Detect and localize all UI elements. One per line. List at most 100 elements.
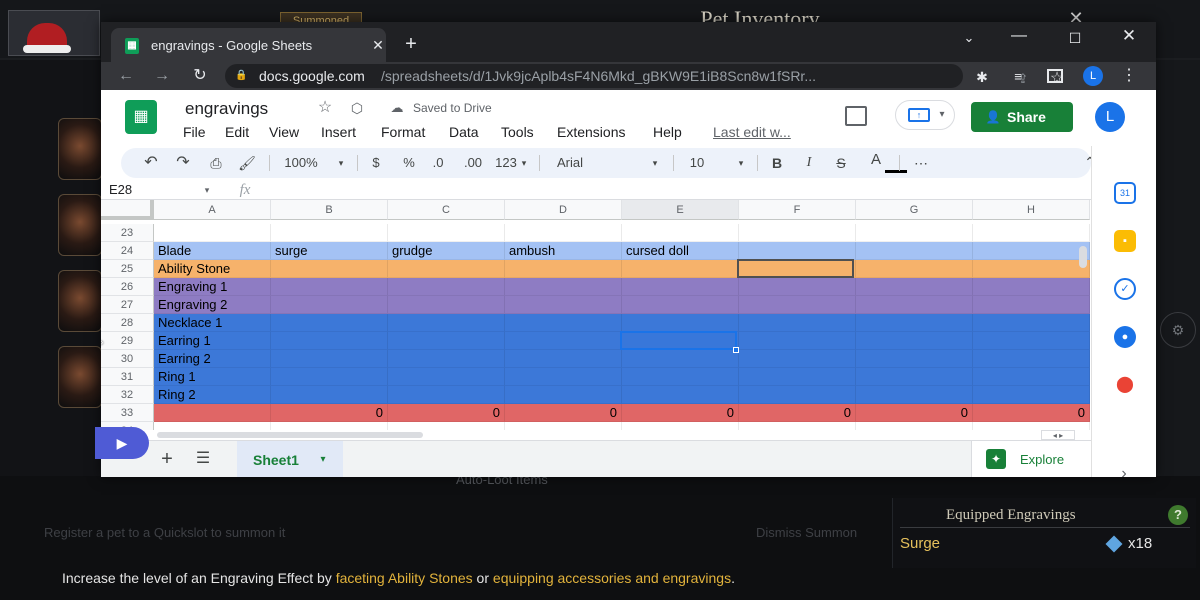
table-cell[interactable] — [154, 422, 271, 430]
row-header[interactable]: 32 — [101, 386, 154, 404]
table-cell[interactable]: cursed doll — [622, 242, 739, 260]
row-header[interactable]: 30 — [101, 350, 154, 368]
table-cell[interactable]: Ability Stone — [154, 260, 271, 278]
table-cell[interactable]: Necklace 1 — [154, 314, 271, 332]
last-edit-link[interactable]: Last edit w... — [713, 122, 813, 142]
text-color-button[interactable]: A — [865, 150, 887, 170]
contacts-icon[interactable]: ● — [1114, 326, 1136, 348]
sheet-tab[interactable]: Sheet1 ▾ — [237, 441, 343, 477]
zoom-select[interactable]: 100% — [281, 153, 321, 173]
tab-close-icon[interactable]: ✕ — [369, 36, 387, 54]
strikethrough-button[interactable]: S — [833, 153, 849, 173]
meet-camera-icon[interactable]: ▶ — [95, 427, 149, 459]
add-sheet-button[interactable]: + — [157, 449, 177, 469]
italic-button[interactable]: I — [801, 153, 817, 173]
increase-decimal[interactable]: .00 — [459, 153, 487, 173]
table-cell[interactable] — [622, 260, 739, 278]
bold-button[interactable]: B — [769, 153, 785, 173]
column-header-h[interactable]: H — [973, 200, 1090, 220]
pet-slot[interactable] — [58, 270, 102, 332]
name-box-caret-icon[interactable]: ▾ — [201, 181, 213, 199]
table-cell[interactable] — [505, 224, 622, 242]
column-header-c[interactable]: C — [388, 200, 505, 220]
table-cell[interactable] — [739, 242, 856, 260]
table-cell[interactable]: Earring 1 — [154, 332, 271, 350]
table-cell[interactable]: Engraving 2 — [154, 296, 271, 314]
table-cell[interactable] — [388, 278, 505, 296]
chrome-menu-icon[interactable]: ⋮ — [1121, 66, 1137, 86]
table-cell[interactable] — [388, 422, 505, 430]
table-cell[interactable] — [505, 386, 622, 404]
percent-format[interactable]: % — [401, 153, 417, 173]
doc-title[interactable]: engravings — [185, 98, 305, 120]
column-header-a[interactable]: A — [154, 200, 271, 220]
table-cell[interactable] — [973, 224, 1090, 242]
sheets-logo-icon[interactable]: ▦ — [125, 100, 157, 134]
row-header[interactable]: 31 — [101, 368, 154, 386]
row-header[interactable]: 27 — [101, 296, 154, 314]
table-cell[interactable] — [973, 422, 1090, 430]
table-cell[interactable] — [622, 368, 739, 386]
back-icon[interactable]: ← — [115, 66, 137, 86]
explore-button[interactable]: ✦ Explore — [971, 441, 1091, 477]
table-cell[interactable] — [388, 260, 505, 278]
number-format[interactable]: 123 — [493, 153, 519, 173]
select-all-corner[interactable] — [101, 200, 154, 220]
menu-format[interactable]: Format — [381, 122, 425, 142]
table-cell[interactable] — [973, 242, 1090, 260]
table-cell[interactable] — [388, 386, 505, 404]
table-cell[interactable] — [388, 296, 505, 314]
menu-tools[interactable]: Tools — [501, 122, 534, 142]
table-cell[interactable] — [271, 422, 388, 430]
table-cell[interactable] — [154, 224, 271, 242]
maximize-icon[interactable]: ☐ — [1065, 28, 1085, 48]
table-cell[interactable] — [739, 296, 856, 314]
vertical-scrollbar[interactable] — [1079, 246, 1087, 268]
spreadsheet-grid[interactable]: ABCDEFGH 23 24 Blade surge grudge ambush curse… — [101, 200, 1091, 430]
present-button[interactable]: ↑ ▾ — [895, 100, 955, 130]
more-options-icon[interactable]: ⋯ — [911, 153, 931, 173]
table-cell[interactable] — [856, 350, 973, 368]
row-header[interactable]: 25 — [101, 260, 154, 278]
tab-search-icon[interactable]: ⌄ — [959, 28, 979, 48]
table-cell[interactable] — [622, 350, 739, 368]
table-cell[interactable] — [505, 260, 622, 278]
table-cell[interactable] — [505, 350, 622, 368]
menu-insert[interactable]: Insert — [321, 122, 356, 142]
table-cell[interactable] — [973, 260, 1090, 278]
active-cell-e28[interactable] — [620, 331, 737, 350]
table-cell[interactable] — [856, 296, 973, 314]
table-cell[interactable]: 0 — [271, 404, 388, 422]
table-cell[interactable] — [388, 224, 505, 242]
account-avatar[interactable]: L — [1095, 102, 1125, 132]
table-cell[interactable]: 0 — [973, 404, 1090, 422]
table-cell[interactable]: ambush — [505, 242, 622, 260]
table-cell[interactable] — [271, 278, 388, 296]
table-cell[interactable] — [622, 422, 739, 430]
table-cell[interactable] — [271, 314, 388, 332]
table-cell[interactable] — [856, 368, 973, 386]
table-cell[interactable] — [622, 314, 739, 332]
name-box[interactable]: E28 — [109, 181, 209, 199]
pet-slot[interactable] — [58, 194, 102, 256]
chevron-right-icon[interactable]: › — [1114, 464, 1134, 484]
menu-extensions[interactable]: Extensions — [557, 122, 625, 142]
pet-slot[interactable] — [58, 346, 102, 408]
number-format-caret-icon[interactable]: ▾ — [519, 153, 529, 173]
table-cell[interactable]: 0 — [622, 404, 739, 422]
row-header[interactable]: 26 — [101, 278, 154, 296]
move-folder-icon[interactable]: ⬡ — [347, 98, 367, 118]
table-cell[interactable]: Ring 1 — [154, 368, 271, 386]
column-header-g[interactable]: G — [856, 200, 973, 220]
calendar-icon[interactable]: 31 — [1114, 182, 1136, 204]
row-header[interactable]: 28 — [101, 314, 154, 332]
table-cell[interactable] — [622, 386, 739, 404]
table-cell[interactable] — [505, 278, 622, 296]
column-header-f[interactable]: F — [739, 200, 856, 220]
decrease-decimal[interactable]: .0 — [427, 153, 449, 173]
table-cell[interactable]: 0 — [388, 404, 505, 422]
menu-file[interactable]: File — [183, 122, 206, 142]
table-cell[interactable] — [388, 332, 505, 350]
new-tab-button[interactable]: + — [401, 34, 421, 54]
table-cell[interactable] — [856, 386, 973, 404]
